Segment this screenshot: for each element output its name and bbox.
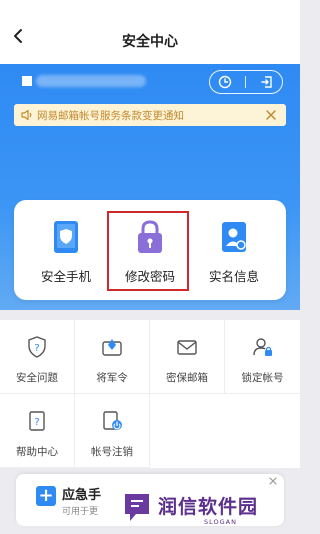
account-name-blurred bbox=[36, 75, 146, 87]
grid-item-label: 帮助中心 bbox=[16, 446, 58, 458]
security-grid: ? 安全问题 将军令 密保邮箱 锁定帐号 ? 帮助中心 帐号注销 bbox=[0, 320, 300, 468]
grid-item-label: 锁定帐号 bbox=[241, 372, 284, 384]
top-bar: 安全中心 bbox=[0, 0, 300, 64]
quick-action-safe-phone[interactable]: 安全手机 bbox=[26, 214, 106, 290]
grid-item-security-question[interactable]: ? 安全问题 bbox=[0, 320, 75, 394]
quick-action-label: 安全手机 bbox=[40, 269, 91, 284]
plus-icon: + bbox=[36, 486, 56, 506]
brand-name: 润信软件园 bbox=[158, 496, 259, 518]
promo-title: 应急手 bbox=[62, 488, 102, 503]
shield-phone-icon bbox=[54, 221, 78, 253]
notice-text: 网易邮箱帐号服务条款变更通知 bbox=[37, 109, 184, 122]
grid-item-secure-mail[interactable]: 密保邮箱 bbox=[150, 320, 225, 394]
grid-item-label: 密保邮箱 bbox=[166, 372, 208, 384]
clock-icon bbox=[218, 75, 232, 89]
logout-button[interactable] bbox=[258, 73, 276, 91]
id-card-icon bbox=[222, 222, 246, 252]
svg-text:?: ? bbox=[34, 343, 39, 354]
exit-icon bbox=[261, 76, 272, 88]
page-title: 安全中心 bbox=[122, 34, 178, 50]
grid-item-token[interactable]: 将军令 bbox=[75, 320, 150, 394]
divider bbox=[245, 76, 247, 88]
mail-icon bbox=[177, 340, 197, 355]
grid-item-help-center[interactable]: ? 帮助中心 bbox=[0, 394, 75, 468]
promo-subtitle: 可用于更 bbox=[62, 507, 99, 517]
close-icon[interactable] bbox=[268, 476, 278, 486]
account-cancel-icon bbox=[103, 411, 122, 430]
grid-item-account-cancel[interactable]: 帐号注销 bbox=[75, 394, 150, 468]
notice-banner[interactable]: 网易邮箱帐号服务条款变更通知 bbox=[14, 104, 286, 126]
grid-item-label: 帐号注销 bbox=[91, 446, 133, 458]
history-button[interactable] bbox=[216, 73, 234, 91]
quick-action-label: 实名信息 bbox=[208, 269, 259, 284]
help-doc-icon: ? bbox=[29, 411, 45, 431]
quick-action-real-name[interactable]: 实名信息 bbox=[194, 214, 274, 290]
speaker-icon bbox=[21, 109, 32, 121]
svg-text:?: ? bbox=[34, 417, 39, 428]
close-icon[interactable] bbox=[264, 108, 278, 122]
grid-item-lock-account[interactable]: 锁定帐号 bbox=[225, 320, 300, 394]
account-actions bbox=[209, 70, 283, 94]
token-icon bbox=[102, 339, 122, 356]
user-lock-icon bbox=[252, 338, 272, 356]
grid-item-label: 安全问题 bbox=[16, 372, 58, 384]
grid-item-label: 将军令 bbox=[96, 372, 128, 384]
question-shield-icon: ? bbox=[28, 336, 46, 358]
brand-slogan: SLOGAN bbox=[204, 518, 237, 526]
account-avatar bbox=[22, 76, 32, 86]
brand-logo-icon bbox=[125, 494, 149, 521]
highlight-box bbox=[107, 211, 189, 291]
watermark: 润信软件园 SLOGAN bbox=[118, 488, 288, 534]
